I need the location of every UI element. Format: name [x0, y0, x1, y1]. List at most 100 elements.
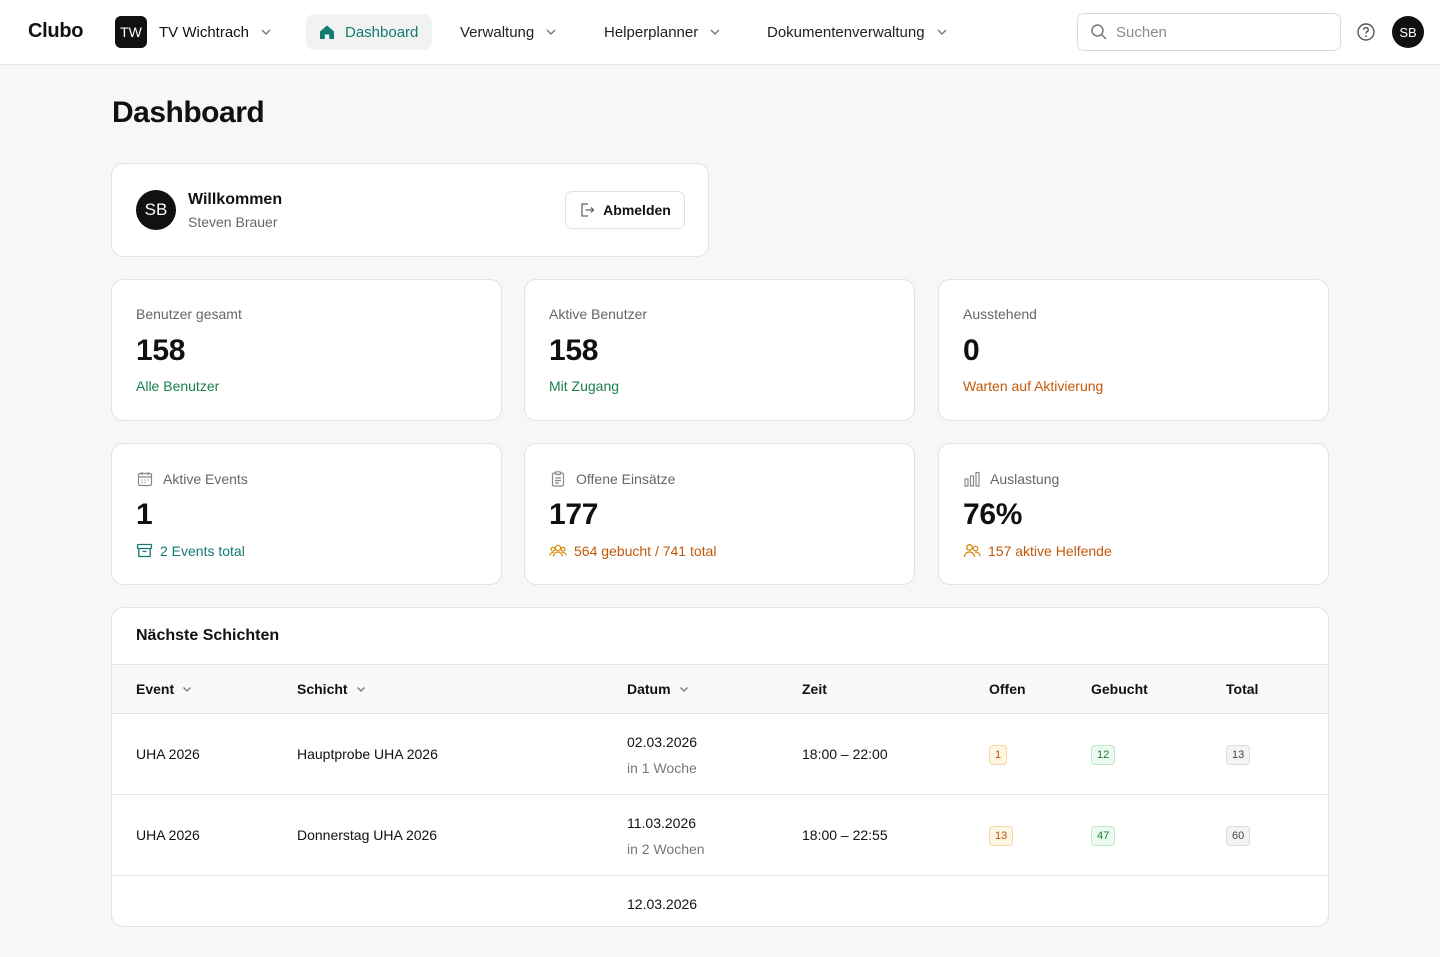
column-header-booked: Gebucht: [1091, 681, 1148, 697]
stat-label-row: Offene Einsätze: [549, 470, 675, 488]
nav-dokumentenverwaltung-label: Dokumentenverwaltung: [767, 23, 925, 41]
stat-footer-text: 2 Events total: [160, 542, 245, 559]
stat-label: Benutzer gesamt: [136, 306, 242, 322]
stat-card-active-users: Aktive Benutzer 158 Mit Zugang: [524, 279, 915, 421]
stat-label: Offene Einsätze: [576, 471, 676, 487]
avatar: SB: [136, 190, 176, 230]
calendar-icon: [137, 472, 153, 487]
open-count-badge: 13: [989, 826, 1014, 846]
welcome-card: SB Willkommen Steven Brauer Abmelden: [111, 163, 709, 257]
table-row[interactable]: UHA 2026 Hauptprobe UHA 2026 02.03.2026 …: [112, 714, 1328, 795]
cell-date: 11.03.2026: [627, 815, 697, 831]
column-header-total: Total: [1226, 681, 1259, 697]
stat-card-pending: Ausstehend 0 Warten auf Aktivierung: [938, 279, 1329, 421]
stat-value: 177: [549, 498, 599, 531]
nav-verwaltung-label: Verwaltung: [460, 23, 535, 41]
stat-footer-row[interactable]: 2 Events total: [136, 542, 245, 559]
chevron-down-icon: [679, 687, 688, 692]
chevron-down-icon: [183, 687, 192, 692]
cell-event: UHA 2026: [136, 827, 200, 843]
organization-switcher[interactable]: TW TV Wichtrach: [115, 16, 273, 48]
cell-event: UHA 2026: [136, 746, 200, 762]
column-header-label: Event: [136, 681, 175, 697]
total-count-badge: 13: [1226, 745, 1251, 765]
stat-footer-row: 157 aktive Helfende: [963, 542, 1112, 559]
chevron-down-icon: [710, 29, 720, 35]
column-header-time: Zeit: [802, 681, 827, 697]
open-count-badge: 1: [989, 745, 1008, 765]
top-navigation: Clubo TW TV Wichtrach Dashboard Verwaltu…: [0, 0, 1440, 65]
stat-card-active-events: Aktive Events 1 2 Events total: [111, 443, 502, 585]
stat-label: Ausstehend: [963, 306, 1037, 322]
chevron-down-icon: [356, 687, 365, 692]
stat-value: 158: [549, 334, 599, 367]
search-icon: [1091, 24, 1107, 40]
stat-footer-text: Mit Zugang: [549, 378, 620, 394]
cell-shift: Donnerstag UHA 2026: [297, 827, 438, 843]
total-count-badge: 60: [1226, 826, 1251, 846]
stat-footer-link[interactable]: Alle Benutzer: [136, 378, 219, 394]
cell-date-relative: in 1 Woche: [627, 760, 697, 776]
stat-label-row: Aktive Events: [136, 470, 248, 488]
archive-icon: [136, 543, 153, 558]
organization-name: TV Wichtrach: [159, 23, 250, 41]
column-header-shift[interactable]: Schicht: [297, 681, 367, 697]
nav-dashboard[interactable]: Dashboard: [306, 14, 433, 50]
chevron-down-icon: [546, 29, 556, 35]
nav-helperplanner-label: Helperplanner: [604, 23, 699, 41]
welcome-title: Willkommen: [188, 191, 283, 208]
clipboard-icon: [551, 471, 565, 487]
cell-date: 12.03.2026: [627, 896, 698, 912]
stat-label-row: Auslastung: [963, 470, 1059, 488]
stat-card-open-assignments: Offene Einsätze 177 564 gebucht / 741 to…: [524, 443, 915, 585]
brand-logo[interactable]: Clubo: [28, 20, 83, 43]
column-header-label: Schicht: [297, 681, 348, 697]
table-header: Event Schicht Datum Zeit Offen Gebucht T…: [112, 664, 1328, 714]
cell-time: 18:00 – 22:55: [802, 827, 888, 843]
stat-card-users-total: Benutzer gesamt 158 Alle Benutzer: [111, 279, 502, 421]
stat-label: Aktive Events: [163, 471, 248, 487]
user-avatar[interactable]: SB: [1392, 16, 1424, 48]
table-row[interactable]: UHA 2026 Donnerstag UHA 2026 11.03.2026 …: [112, 795, 1328, 876]
stat-footer-text: Warten auf Aktivierung: [963, 378, 1104, 394]
column-header-date[interactable]: Datum: [627, 681, 690, 697]
stat-label: Auslastung: [990, 471, 1060, 487]
column-header-open: Offen: [989, 681, 1026, 697]
stat-footer-row: 564 gebucht / 741 total: [549, 542, 716, 559]
nav-helperplanner[interactable]: Helperplanner: [604, 14, 722, 50]
welcome-user-name: Steven Brauer: [188, 214, 278, 230]
home-icon: [320, 25, 334, 39]
booked-count-badge: 47: [1091, 826, 1116, 846]
cell-shift: Hauptprobe UHA 2026: [297, 746, 438, 762]
bar-chart-icon: [964, 471, 980, 487]
stat-card-utilization: Auslastung 76% 157 aktive Helfende: [938, 443, 1329, 585]
stat-value: 158: [136, 334, 186, 367]
logout-button[interactable]: Abmelden: [565, 191, 685, 229]
stat-value: 1: [136, 498, 153, 531]
help-icon[interactable]: [1356, 22, 1376, 42]
column-header-event[interactable]: Event: [136, 681, 193, 697]
users-icon: [549, 544, 567, 557]
organization-badge: TW: [115, 16, 147, 48]
cell-time: 18:00 – 22:00: [802, 746, 888, 762]
users-icon: [963, 544, 981, 558]
stat-value: 76%: [963, 498, 1023, 531]
search-box[interactable]: [1077, 13, 1341, 51]
stat-label: Aktive Benutzer: [549, 306, 648, 322]
stat-footer-text: 157 aktive Helfende: [988, 542, 1112, 559]
page-title: Dashboard: [112, 96, 265, 129]
chevron-down-icon: [937, 29, 947, 35]
upcoming-shifts-card: Nächste Schichten Event Schicht Datum Ze…: [111, 607, 1329, 927]
cell-date: 02.03.2026: [627, 734, 698, 750]
upcoming-shifts-title: Nächste Schichten: [136, 627, 280, 644]
table-row[interactable]: 12.03.2026: [112, 876, 1328, 957]
stat-value: 0: [963, 334, 980, 367]
nav-dashboard-label: Dashboard: [345, 23, 419, 41]
nav-dokumentenverwaltung[interactable]: Dokumentenverwaltung: [767, 14, 949, 50]
nav-verwaltung[interactable]: Verwaltung: [460, 14, 558, 50]
column-header-label: Datum: [627, 681, 671, 697]
logout-icon: [581, 203, 595, 217]
search-input[interactable]: [1116, 23, 1316, 41]
chevron-down-icon: [261, 29, 271, 35]
booked-count-badge: 12: [1091, 745, 1116, 765]
